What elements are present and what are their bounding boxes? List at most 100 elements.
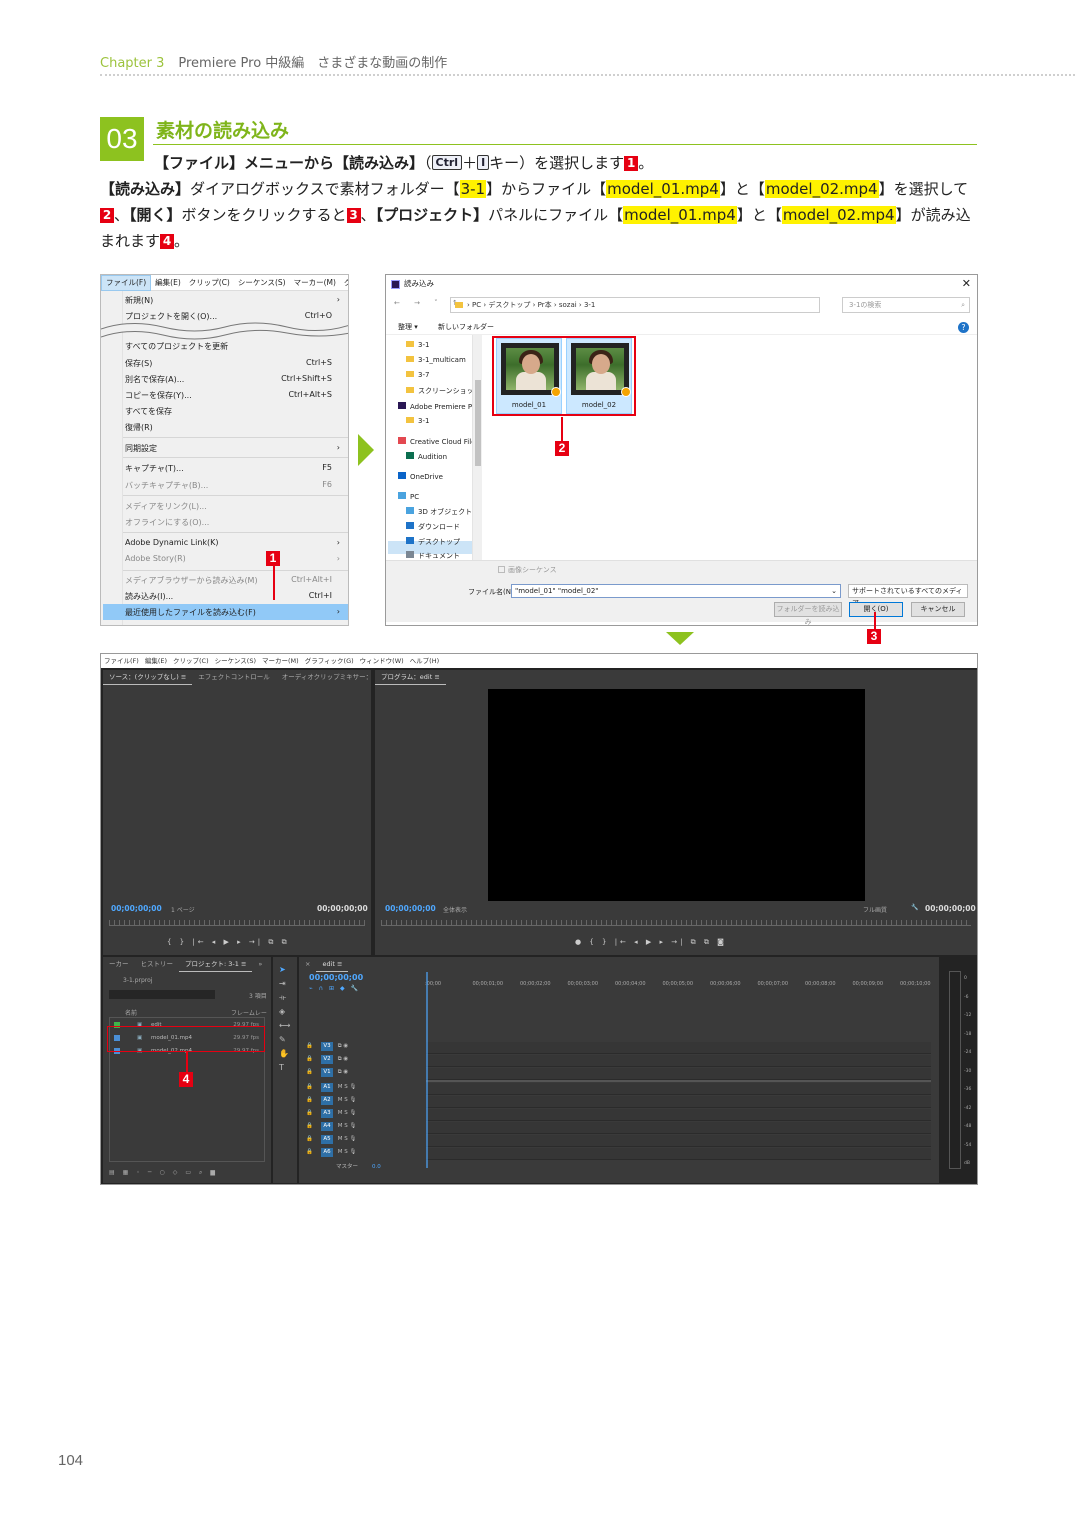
menu-item[interactable]: すべてを保存 (125, 406, 340, 417)
wrench-icon[interactable]: 🔧 (911, 904, 918, 911)
tree-item[interactable]: ドキュメント (406, 551, 460, 560)
eye-icon[interactable]: ⧉ ◉ (336, 1069, 349, 1075)
program-ruler[interactable] (381, 920, 971, 926)
menu-item[interactable]: オフラインにする(O)... (125, 517, 340, 528)
scroll-thumb[interactable] (475, 380, 481, 466)
tab-overflow[interactable]: » (252, 957, 268, 971)
track-lane[interactable] (426, 1148, 931, 1160)
hand-tool-icon[interactable]: ✋ (279, 1049, 289, 1058)
source-timecode[interactable]: 00;00;00;00 (111, 904, 162, 913)
playhead[interactable] (426, 972, 428, 1168)
program-fit-select[interactable]: 全体表示 (443, 905, 467, 914)
track-lane[interactable] (426, 1109, 931, 1121)
tree-item[interactable]: 3D オブジェクト (406, 507, 472, 517)
track-header[interactable]: 🔒 A6 M S 🎙 (306, 1148, 424, 1160)
tab-markers[interactable]: ーカー (103, 957, 135, 971)
menu-item[interactable]: 保存(S) Ctrl+S (125, 358, 340, 369)
tab-timeline-edit[interactable]: edit ≡ (316, 957, 349, 972)
track-header[interactable]: 🔒 A3 M S 🎙 (306, 1109, 424, 1121)
mute-solo-icon[interactable]: M S 🎙 (336, 1123, 357, 1129)
lock-icon[interactable]: 🔒 (306, 1136, 318, 1142)
mute-solo-icon[interactable]: M S 🎙 (336, 1136, 357, 1142)
track-name[interactable]: V2 (321, 1055, 333, 1064)
lock-icon[interactable]: 🔒 (306, 1149, 318, 1155)
razor-tool-icon[interactable]: ◈ (279, 1007, 285, 1016)
source-ruler[interactable] (109, 920, 365, 926)
premiere-menu-item[interactable]: マーカー(M) (259, 654, 302, 668)
path-field[interactable]: › PC › デスクトップ › Pr本 › sozai › 3-1 (450, 297, 820, 313)
track-name[interactable]: A4 (321, 1122, 333, 1131)
lock-icon[interactable]: 🔒 (306, 1084, 318, 1090)
filetype-select[interactable]: サポートされているすべてのメディア⌄ (848, 584, 968, 607)
track-lane[interactable] (426, 1096, 931, 1108)
track-name[interactable]: A1 (321, 1083, 333, 1092)
tab-audio-mixer[interactable]: オーディオクリップミキサー： (276, 670, 378, 684)
master-track[interactable]: マスター 0.0 (306, 1162, 424, 1174)
tab-source[interactable]: ソース：(クリップなし) ≡ (103, 670, 193, 685)
track-lane[interactable] (426, 1135, 931, 1147)
track-name[interactable]: V1 (321, 1068, 333, 1077)
track-lane[interactable] (426, 1122, 931, 1134)
project-search[interactable] (109, 990, 215, 999)
tree-item[interactable]: Creative Cloud File (398, 437, 476, 446)
tab-history[interactable]: ヒストリー (135, 957, 180, 971)
track-header[interactable]: 🔒 A2 M S 🎙 (306, 1096, 424, 1108)
new-folder-button[interactable]: 新しいフォルダー (438, 319, 494, 335)
menu-clip[interactable]: クリップ(C) (185, 275, 234, 291)
lock-icon[interactable]: 🔒 (306, 1123, 318, 1129)
track-name[interactable]: V3 (321, 1042, 333, 1051)
menu-item[interactable]: メディアブラウザーから読み込み(M) Ctrl+Alt+I (125, 575, 340, 586)
menu-item[interactable]: 同期設定 › (125, 443, 340, 454)
track-header[interactable]: 🔒 A1 M S 🎙 (306, 1083, 424, 1095)
track-lane[interactable] (426, 1068, 931, 1080)
tree-item[interactable]: デスクトップ (406, 537, 460, 547)
help-icon[interactable]: ? (958, 322, 969, 333)
track-header[interactable]: 🔒 V3 ⧉ ◉ (306, 1042, 424, 1054)
track-select-tool-icon[interactable]: ⇥ (279, 979, 286, 988)
column-framerate[interactable]: フレームレー (231, 1008, 267, 1017)
image-sequence-checkbox[interactable]: 画像シーケンス (498, 565, 557, 575)
close-icon[interactable]: ✕ (962, 275, 971, 293)
premiere-menu-item[interactable]: ウィンドウ(W) (357, 654, 407, 668)
track-lane[interactable] (426, 1083, 931, 1095)
menu-marker[interactable]: マーカー(M) (290, 275, 340, 291)
premiere-menu-item[interactable]: 編集(E) (142, 654, 170, 668)
organize-button[interactable]: 整理 ▾ (398, 319, 418, 335)
lock-icon[interactable]: 🔒 (306, 1043, 318, 1049)
mute-solo-icon[interactable]: M S 🎙 (336, 1110, 357, 1116)
track-name[interactable]: A2 (321, 1096, 333, 1105)
tree-item[interactable]: 3-7 (406, 371, 429, 379)
open-button[interactable]: 開く(O) (849, 602, 903, 617)
tree-item[interactable]: Audition (406, 452, 447, 461)
master-value[interactable]: 0.0 (372, 1164, 381, 1170)
import-folder-button[interactable]: フォルダーを読み込み (774, 602, 842, 625)
timeline-timecode[interactable]: 00;00;00;00 (309, 973, 363, 982)
track-name[interactable]: A6 (321, 1148, 333, 1157)
tree-item[interactable]: Adobe Premiere P (398, 402, 472, 411)
lock-icon[interactable]: 🔒 (306, 1110, 318, 1116)
tree-item[interactable]: 3-1_multicam (406, 356, 466, 364)
tree-item[interactable]: PC (398, 492, 419, 501)
premiere-menu-item[interactable]: ファイル(F) (101, 654, 142, 668)
program-quality-select[interactable]: フル画質 (863, 905, 887, 914)
tab-project[interactable]: プロジェクト: 3-1 ≡ (179, 957, 253, 972)
tree-item[interactable]: 3-1 (406, 341, 429, 349)
slip-tool-icon[interactable]: ⟷ (279, 1021, 290, 1030)
tree-item[interactable]: 3-1 (406, 417, 429, 425)
tree-item[interactable]: OneDrive (398, 472, 443, 481)
cancel-button[interactable]: キャンセル (911, 602, 965, 617)
pen-tool-icon[interactable]: ✎ (279, 1035, 286, 1044)
project-footer-icons[interactable]: ▤▦◦─○◇▭⌕▆ (109, 1169, 223, 1177)
timeline-tool-icons[interactable]: ⌁∩⊞◆🔧 (309, 985, 364, 992)
tree-item[interactable]: スクリーンショット (406, 386, 481, 396)
mute-solo-icon[interactable]: M S 🎙 (336, 1149, 357, 1155)
menu-item[interactable]: Adobe Dynamic Link(K) › (125, 538, 340, 547)
tree-scrollbar[interactable] (472, 335, 482, 560)
tree-item[interactable]: ダウンロード (406, 522, 460, 532)
eye-icon[interactable]: ⧉ ◉ (336, 1056, 349, 1062)
track-header[interactable]: 🔒 V1 ⧉ ◉ (306, 1068, 424, 1080)
menu-file[interactable]: ファイル(F) (101, 275, 152, 291)
lock-icon[interactable]: 🔒 (306, 1097, 318, 1103)
program-timecode[interactable]: 00;00;00;00 (385, 904, 436, 913)
premiere-menu-item[interactable]: ヘルプ(H) (407, 654, 442, 668)
